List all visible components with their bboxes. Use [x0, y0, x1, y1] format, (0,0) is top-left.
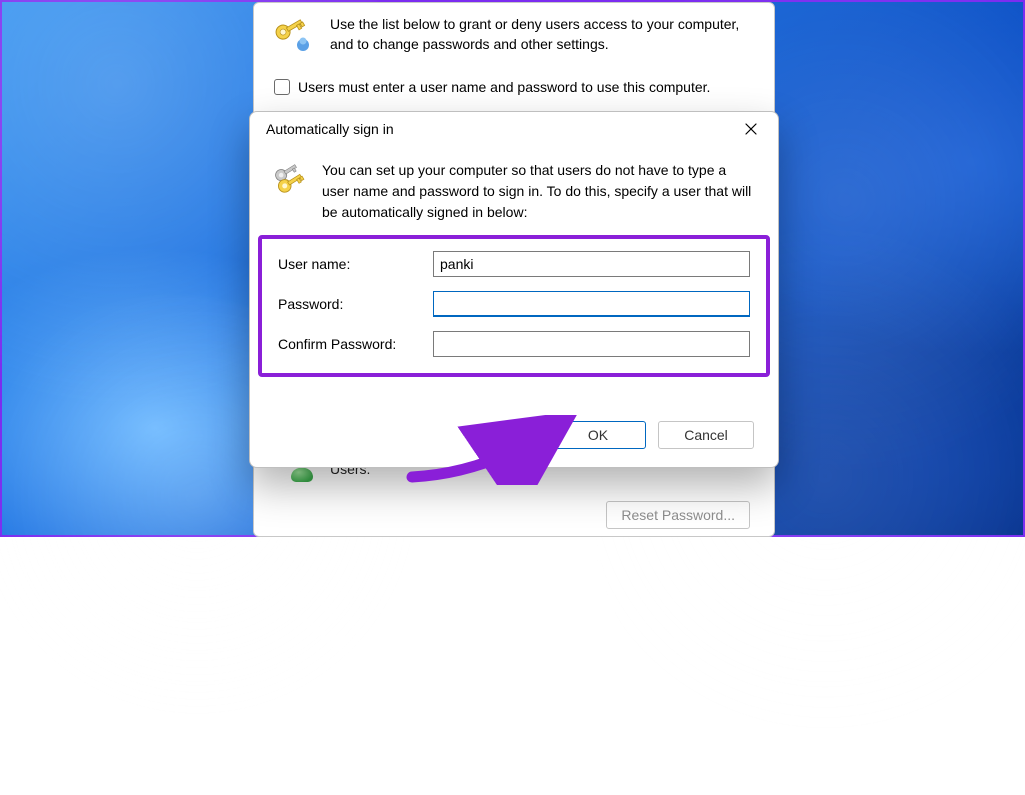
password-input[interactable] — [433, 291, 750, 317]
keys-users-icon — [274, 15, 314, 55]
ok-button[interactable]: OK — [550, 421, 646, 449]
username-label: User name: — [278, 256, 433, 272]
credentials-form-highlight: User name: Password: Confirm Password: — [258, 235, 770, 377]
keys-icon — [272, 160, 308, 200]
require-credentials-label: Users must enter a user name and passwor… — [298, 79, 710, 95]
cancel-button[interactable]: Cancel — [658, 421, 754, 449]
reset-password-button[interactable]: Reset Password... — [606, 501, 750, 529]
confirm-password-input[interactable] — [433, 331, 750, 357]
auto-signin-dialog: Automatically sign in — [249, 111, 779, 468]
require-credentials-checkbox[interactable] — [274, 79, 290, 95]
dialog-info-text: You can set up your computer so that use… — [322, 160, 756, 223]
user-accounts-description: Use the list below to grant or deny user… — [330, 11, 754, 55]
close-button[interactable] — [732, 115, 770, 143]
close-icon — [745, 123, 757, 135]
dialog-title: Automatically sign in — [266, 121, 394, 137]
password-label: Password: — [278, 296, 433, 312]
username-input[interactable] — [433, 251, 750, 277]
confirm-password-label: Confirm Password: — [278, 336, 433, 352]
